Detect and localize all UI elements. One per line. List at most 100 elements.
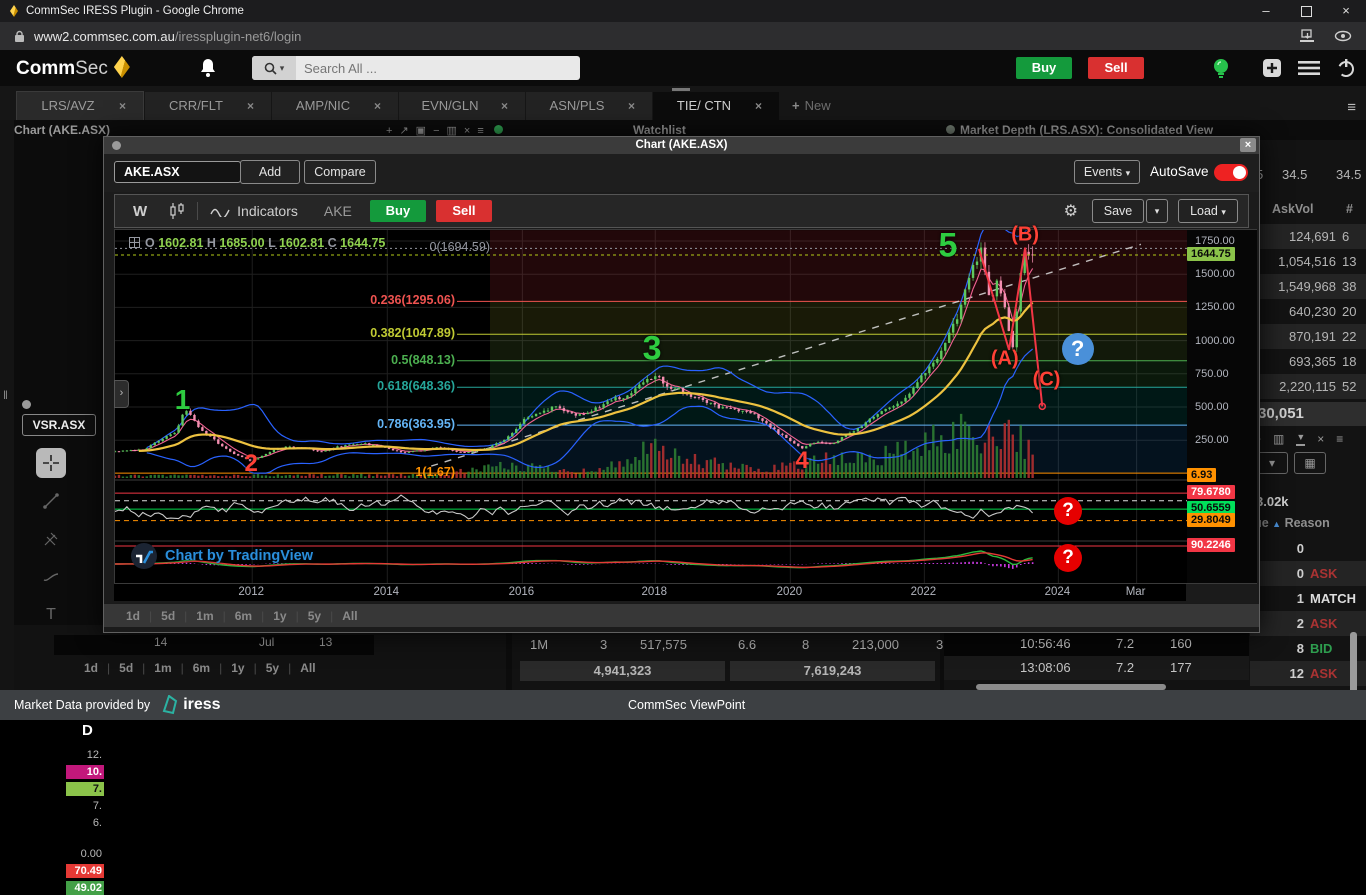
num-header[interactable]: # <box>1346 202 1353 216</box>
value-reason-headers[interactable]: Value ▲ Reason <box>1250 516 1330 530</box>
ideas-bulb-icon[interactable] <box>1210 56 1232 80</box>
buy-button[interactable]: Buy <box>1016 57 1072 79</box>
tab-overflow-menu-icon[interactable]: ≡ <box>1347 99 1356 116</box>
reason-row[interactable]: 1MATCH <box>1250 586 1366 611</box>
tab-crr-flt[interactable]: CRR/FLT× <box>145 92 271 120</box>
reason-row[interactable]: 0 <box>1250 536 1366 561</box>
trendline-tool[interactable] <box>36 486 66 516</box>
candlestick-style-button[interactable] <box>169 202 185 220</box>
dropdown-button[interactable]: ▾ <box>1256 452 1288 474</box>
search-scope-button[interactable]: ▾ <box>252 56 296 80</box>
bg-interval-label[interactable]: D <box>82 722 93 739</box>
gear-icon[interactable]: ⚙ <box>1064 201 1078 221</box>
reason-row[interactable]: 2ASK <box>1250 611 1366 636</box>
chart-buy-button[interactable]: Buy <box>370 200 426 222</box>
brush-tool[interactable] <box>36 562 66 592</box>
trade-row[interactable]: 13:08:067.2177 <box>944 656 1249 680</box>
add-widget-icon[interactable] <box>1262 58 1282 78</box>
save-dropdown-icon[interactable]: ▾ <box>1146 199 1168 223</box>
dialog-close-icon[interactable]: × <box>1240 138 1256 152</box>
tradingview-attribution[interactable]: Chart by TradingView <box>131 543 313 569</box>
tab-close-icon[interactable]: × <box>119 92 143 120</box>
askvol-row[interactable]: 870,19122 <box>1250 324 1366 349</box>
download-icon[interactable]: ▼ <box>1296 432 1305 446</box>
range-button-All[interactable]: All <box>300 661 315 675</box>
range-button-1m[interactable]: 1m <box>154 661 171 675</box>
tab-close-icon[interactable]: × <box>628 92 652 120</box>
chart-range-button-1d[interactable]: 1d <box>126 609 140 623</box>
askvol-row[interactable]: 124,6916 <box>1250 224 1366 249</box>
symbol-input[interactable]: AKE.ASX <box>114 161 241 183</box>
browser-urlbar[interactable]: www2.commsec.com.au/iressplugin-net6/log… <box>0 22 1366 51</box>
range-button-6m[interactable]: 6m <box>193 661 210 675</box>
compare-button[interactable]: Compare <box>304 160 376 184</box>
columns-icon[interactable]: ▥ <box>1273 432 1284 446</box>
dialog-titlebar[interactable]: Chart (AKE.ASX) × <box>104 137 1259 154</box>
tabbar-drag-handle[interactable] <box>672 88 690 91</box>
askvol-header[interactable]: AskVol <box>1272 202 1313 216</box>
tab-close-icon[interactable]: × <box>247 92 271 120</box>
tab-evn-gln[interactable]: EVN/GLN× <box>399 92 525 120</box>
chart-range-button-All[interactable]: All <box>342 609 357 623</box>
tab-close-icon[interactable]: × <box>374 92 398 120</box>
chart-range-button-6m[interactable]: 6m <box>235 609 252 623</box>
indicators-button[interactable]: Indicators <box>210 203 298 219</box>
range-button-5d[interactable]: 5d <box>119 661 133 675</box>
save-page-icon[interactable] <box>1299 29 1316 44</box>
pitchfork-tool[interactable] <box>36 524 66 554</box>
tab-lrs-avz[interactable]: LRS/AVZ× <box>16 91 144 120</box>
power-logout-icon[interactable] <box>1336 58 1356 78</box>
trade-row[interactable]: 10:56:467.2160 <box>944 632 1249 656</box>
window-minimize-button[interactable]: – <box>1246 0 1286 22</box>
autosave-toggle[interactable] <box>1214 164 1248 181</box>
question-mark-blue-icon[interactable]: ? <box>1062 333 1094 365</box>
reason-row[interactable]: 0ASK <box>1250 561 1366 586</box>
sell-button[interactable]: Sell <box>1088 57 1144 79</box>
reading-mode-eye-icon[interactable] <box>1334 29 1352 43</box>
tab-asn-pls[interactable]: ASN/PLS× <box>526 92 652 120</box>
range-button-1d[interactable]: 1d <box>84 661 98 675</box>
main-menu-icon[interactable] <box>1298 60 1320 76</box>
askvol-row[interactable]: 1,054,51613 <box>1250 249 1366 274</box>
question-mark-red-icon[interactable]: ? <box>1054 544 1082 572</box>
reason-header[interactable]: Reason <box>1285 516 1330 530</box>
calendar-icon[interactable]: ▦ <box>1294 452 1326 474</box>
events-dropdown[interactable]: Events ▾ <box>1074 160 1140 184</box>
legend-grid-icon[interactable] <box>129 237 140 248</box>
price-axis[interactable]: 1750.001500.001250.001000.00750.00500.00… <box>1187 229 1257 584</box>
reason-row[interactable]: 8BID <box>1250 636 1366 661</box>
chart-range-button-1y[interactable]: 1y <box>273 609 286 623</box>
notifications-bell-icon[interactable] <box>198 57 218 79</box>
tab-tie-ctn[interactable]: TIE/ CTN× <box>653 92 779 120</box>
collapse-right-icon[interactable]: › <box>114 380 129 408</box>
tab-amp-nic[interactable]: AMP/NIC× <box>272 92 398 120</box>
crosshair-tool[interactable] <box>36 448 66 478</box>
askvol-row[interactable]: 1,549,96838 <box>1250 274 1366 299</box>
time-axis[interactable]: 2012201420162018202020222024Mar <box>114 584 1186 601</box>
askvol-row[interactable]: 2,220,11552 <box>1250 374 1366 399</box>
load-dropdown[interactable]: Load ▾ <box>1178 199 1238 223</box>
range-button-5y[interactable]: 5y <box>266 661 279 675</box>
tab-close-icon[interactable]: × <box>755 92 779 120</box>
chart-range-button-5y[interactable]: 5y <box>308 609 321 623</box>
vertical-scrollbar[interactable] <box>1350 632 1357 690</box>
add-button[interactable]: Add <box>240 160 300 184</box>
range-button-1y[interactable]: 1y <box>231 661 244 675</box>
bg-symbol-input[interactable]: VSR.ASX <box>22 414 96 436</box>
window-close-button[interactable]: × <box>1326 0 1366 22</box>
interval-button[interactable]: W <box>133 203 147 220</box>
save-button[interactable]: Save <box>1092 199 1144 223</box>
tab-close-icon[interactable]: × <box>501 92 525 120</box>
chart-range-button-1m[interactable]: 1m <box>196 609 213 623</box>
question-mark-red-icon[interactable]: ? <box>1054 497 1082 525</box>
askvol-row[interactable]: 693,36518 <box>1250 349 1366 374</box>
menu-icon[interactable]: ≡ <box>1336 432 1343 446</box>
chart-sell-button[interactable]: Sell <box>436 200 492 222</box>
askvol-row[interactable]: 640,23020 <box>1250 299 1366 324</box>
new-tab-button[interactable]: +New <box>780 92 831 120</box>
close-icon[interactable]: × <box>1317 432 1324 446</box>
reason-row[interactable]: 12ASK <box>1250 661 1366 686</box>
search-input[interactable] <box>296 61 572 76</box>
chart-plot-area[interactable]: O 1602.81 H 1685.00 L 1602.81 C 1644.75 … <box>114 229 1188 584</box>
chart-range-button-5d[interactable]: 5d <box>161 609 175 623</box>
